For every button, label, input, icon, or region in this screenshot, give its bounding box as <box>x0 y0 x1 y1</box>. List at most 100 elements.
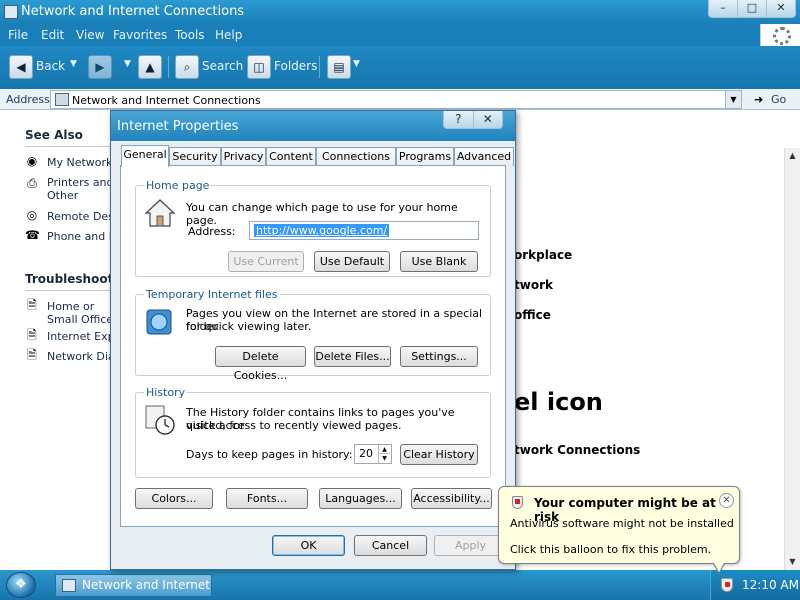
use-current-button[interactable]: Use Current <box>228 251 304 272</box>
home-page-address-value: http://www.google.com/ <box>254 224 390 237</box>
search-icon[interactable]: ⌕ <box>175 55 199 79</box>
tab-privacy[interactable]: Privacy <box>221 147 266 166</box>
window-controls: – □ ✕ <box>708 0 796 18</box>
folders-icon[interactable]: ◫ <box>247 55 271 79</box>
start-button[interactable]: ❖ <box>6 572 36 598</box>
dialog-titlebar[interactable]: Internet Properties ? ✕ <box>111 111 515 141</box>
menu-file[interactable]: File <box>8 28 28 42</box>
balloon-close-icon[interactable]: ✕ <box>719 493 734 508</box>
history-label: History <box>144 386 188 399</box>
balloon-line-2: Click this balloon to fix this problem. <box>510 543 712 556</box>
spinner-down-icon[interactable]: ▼ <box>378 454 390 463</box>
section-heading: el icon <box>514 388 603 416</box>
tab-content[interactable]: Content <box>266 147 316 166</box>
menu-favorites[interactable]: Favorites <box>113 28 167 42</box>
home-icon <box>144 199 176 227</box>
days-to-keep-value: 20 <box>359 447 373 460</box>
home-page-address-input[interactable]: http://www.google.com/ <box>249 221 479 240</box>
clock[interactable]: 12:10 AM <box>742 578 799 592</box>
general-tab-panel: Home page You can change which page to u… <box>120 165 506 527</box>
taskbar-window-button[interactable]: Network and Internet ... <box>55 574 212 597</box>
dialog-controls: ? ✕ <box>443 111 503 129</box>
category-link[interactable]: twork <box>514 278 553 292</box>
use-blank-button[interactable]: Use Blank <box>400 251 478 272</box>
scroll-up-icon[interactable]: ▲ <box>785 148 800 164</box>
search-button-label[interactable]: Search <box>202 59 243 73</box>
task-pane: See Also ◉ My Network Places ⎙ Printers … <box>13 122 135 378</box>
menubar: File Edit View Favorites Tools Help <box>0 24 800 46</box>
help-document-icon: 🗎 <box>27 328 37 342</box>
network-folder-icon <box>55 93 69 106</box>
category-link[interactable]: office <box>514 308 551 322</box>
apply-button[interactable]: Apply <box>434 535 507 556</box>
menu-view[interactable]: View <box>76 28 104 42</box>
security-notification-balloon[interactable]: Your computer might be at risk ✕ Antivir… <box>498 486 740 574</box>
address-value: Network and Internet Connections <box>72 94 261 107</box>
back-arrow-icon[interactable]: ◀ <box>9 55 33 79</box>
taskbar: ❖ Network and Internet ... 12:10 AM <box>0 570 800 600</box>
address-bar: Address Network and Internet Connections… <box>0 89 800 110</box>
toolbar-separator <box>168 56 169 78</box>
address-dropdown-icon[interactable]: ▼ <box>725 91 741 108</box>
loading-throbber-icon <box>760 24 800 46</box>
minimize-button[interactable]: – <box>709 0 738 17</box>
use-default-button[interactable]: Use Default <box>314 251 390 272</box>
close-button[interactable]: ✕ <box>767 0 795 17</box>
help-document-icon: 🗎 <box>27 348 37 362</box>
security-shield-icon[interactable] <box>721 578 733 592</box>
network-places-icon: ◉ <box>26 154 38 168</box>
toolbar-separator <box>319 56 320 78</box>
scroll-down-icon[interactable]: ▼ <box>785 554 800 570</box>
temp-files-label: Temporary Internet files <box>144 288 280 301</box>
menu-help[interactable]: Help <box>215 28 242 42</box>
printer-icon: ⎙ <box>27 176 37 190</box>
go-button[interactable]: Go <box>771 93 786 106</box>
languages-button[interactable]: Languages... <box>319 488 402 509</box>
forward-dropdown-icon[interactable]: ▼ <box>124 59 131 69</box>
delete-cookies-button[interactable]: Delete Cookies... <box>215 346 306 382</box>
maximize-button[interactable]: □ <box>738 0 767 17</box>
back-dropdown-icon[interactable]: ▼ <box>70 59 77 69</box>
tab-programs[interactable]: Programs <box>396 147 454 166</box>
views-icon[interactable]: ▤ <box>327 55 351 79</box>
help-button[interactable]: ? <box>444 111 474 128</box>
settings-button[interactable]: Settings... <box>400 346 478 367</box>
category-link[interactable]: twork Connections <box>514 443 640 457</box>
colors-button[interactable]: Colors... <box>135 488 213 509</box>
dialog-close-button[interactable]: ✕ <box>474 111 503 128</box>
remote-desktop-icon: ◎ <box>26 208 38 222</box>
tab-advanced[interactable]: Advanced <box>454 147 514 166</box>
ok-button[interactable]: OK <box>272 535 345 556</box>
folders-button-label[interactable]: Folders <box>274 59 317 73</box>
network-folder-icon <box>4 5 18 19</box>
spinner-up-icon[interactable]: ▲ <box>378 445 390 454</box>
up-folder-icon[interactable]: ▲ <box>138 55 162 79</box>
menu-edit[interactable]: Edit <box>41 28 64 42</box>
address-field[interactable]: Network and Internet Connections ▼ <box>50 90 742 109</box>
internet-properties-dialog: Internet Properties ? ✕ General Security… <box>110 110 516 570</box>
go-arrow-icon[interactable]: ➜ <box>754 93 763 106</box>
category-link[interactable]: orkplace <box>514 248 572 262</box>
back-button-label[interactable]: Back <box>36 59 65 73</box>
tab-general[interactable]: General <box>121 145 169 167</box>
tab-connections[interactable]: Connections <box>316 147 396 166</box>
security-shield-icon <box>512 496 523 509</box>
history-group: History The History folder contains link… <box>135 386 491 478</box>
menu-tools[interactable]: Tools <box>175 28 205 42</box>
forward-arrow-icon[interactable]: ▶ <box>88 55 112 79</box>
vertical-scrollbar[interactable]: ▲ ▼ <box>784 148 800 570</box>
clear-history-button[interactable]: Clear History <box>400 444 478 465</box>
days-to-keep-input[interactable]: 20 ▲ ▼ <box>354 444 392 464</box>
delete-files-button[interactable]: Delete Files... <box>314 346 391 367</box>
home-page-label: Home page <box>144 179 212 192</box>
balloon-tail <box>714 563 724 572</box>
tab-security[interactable]: Security <box>169 147 221 166</box>
window-titlebar[interactable]: Network and Internet Connections – □ ✕ <box>0 0 800 24</box>
views-dropdown-icon[interactable]: ▼ <box>353 59 360 69</box>
cancel-button[interactable]: Cancel <box>354 535 427 556</box>
address-field-label: Address: <box>188 225 236 238</box>
fonts-button[interactable]: Fonts... <box>226 488 308 509</box>
system-tray: 12:10 AM <box>710 570 800 600</box>
accessibility-button[interactable]: Accessibility... <box>411 488 492 509</box>
help-document-icon: 🗎 <box>27 298 37 312</box>
